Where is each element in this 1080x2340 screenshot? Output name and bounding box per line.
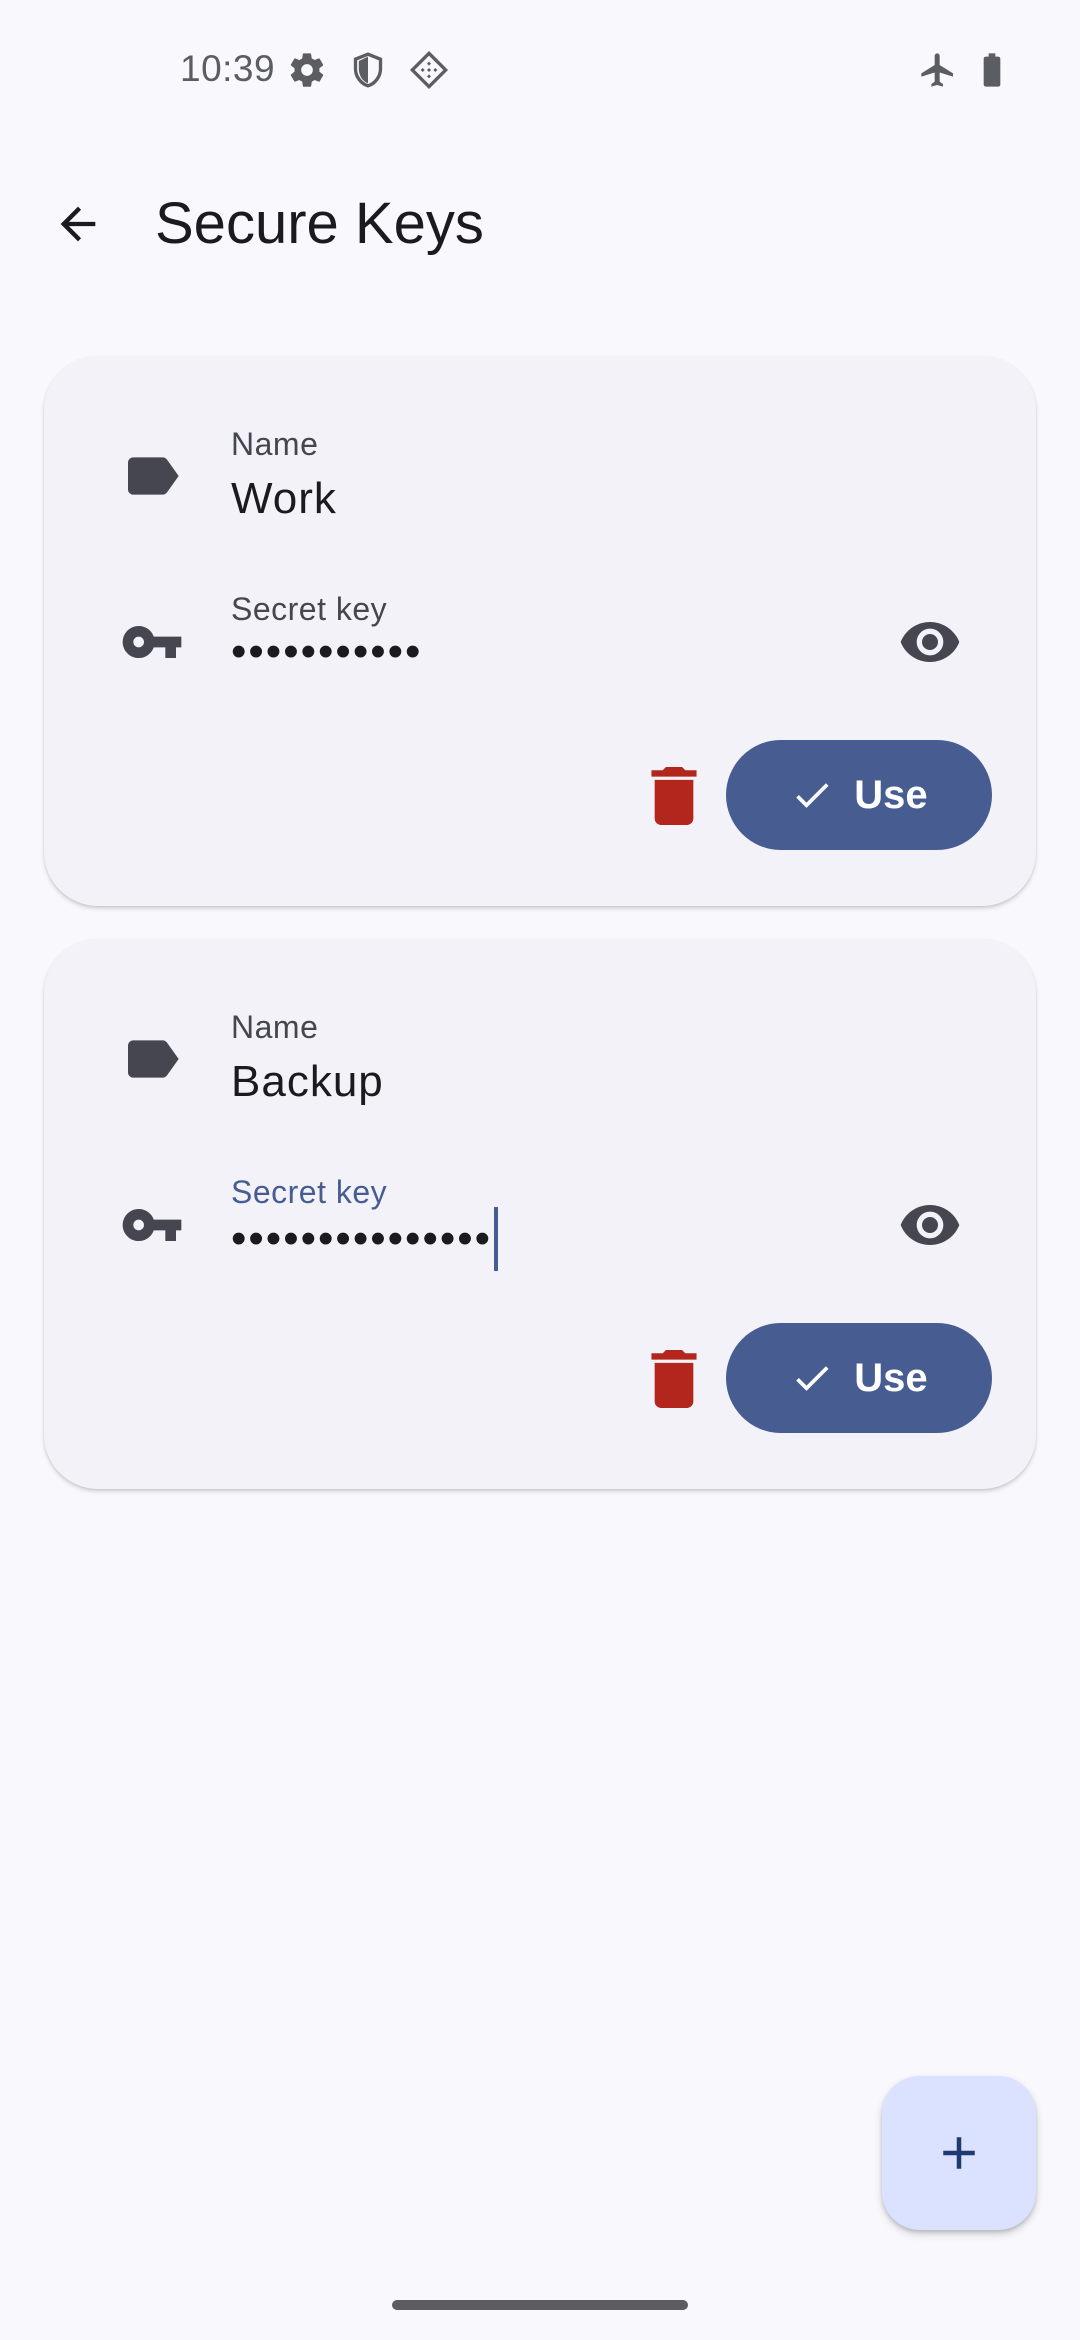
add-icon <box>943 2137 975 2169</box>
toggle-visibility-button[interactable] <box>884 1179 976 1271</box>
name-field[interactable]: Work <box>231 474 337 524</box>
trash-icon <box>651 767 697 825</box>
key-card: Name Work Secret key ••••••••••• Use <box>44 356 1036 906</box>
eye-icon <box>900 622 960 662</box>
use-button[interactable]: Use <box>726 740 992 850</box>
trash-icon <box>651 1350 697 1408</box>
use-button-label: Use <box>854 1355 928 1400</box>
secret-key-field-label: Secret key <box>231 1174 388 1210</box>
top-app-bar: Secure Keys <box>0 160 1080 290</box>
name-field[interactable]: Backup <box>231 1057 384 1107</box>
use-button-label: Use <box>854 772 928 817</box>
airplane-mode-icon <box>918 50 958 90</box>
label-tag-icon <box>120 444 184 508</box>
secure-keys-screen: 10:39 Secure Keys Name Work Secret key •… <box>0 0 1080 2340</box>
use-button[interactable]: Use <box>726 1323 992 1433</box>
add-key-fab[interactable] <box>882 2076 1036 2230</box>
name-field-label: Name <box>231 1009 319 1045</box>
delete-button[interactable] <box>624 746 724 846</box>
secret-key-masked-value: ••••••••••••••• <box>231 1214 493 1263</box>
page-title: Secure Keys <box>155 191 484 256</box>
toggle-visibility-button[interactable] <box>884 596 976 688</box>
vpn-diamond-icon <box>409 50 449 90</box>
key-icon <box>120 610 184 674</box>
secret-key-field[interactable]: ••••••••••••••• <box>231 1207 499 1271</box>
check-icon <box>796 1366 829 1391</box>
secret-key-field-label: Secret key <box>231 591 388 627</box>
arrow-back-icon <box>60 206 96 242</box>
secret-key-masked-value: ••••••••••• <box>231 627 423 676</box>
secret-key-field[interactable]: ••••••••••• <box>231 624 422 680</box>
eye-icon <box>900 1205 960 1245</box>
status-bar: 10:39 <box>0 0 1080 140</box>
name-field-label: Name <box>231 426 319 462</box>
shield-icon <box>348 50 388 90</box>
gesture-nav-handle[interactable] <box>392 2300 688 2310</box>
text-cursor <box>494 1207 499 1271</box>
check-icon <box>796 783 829 808</box>
status-time: 10:39 <box>180 48 276 89</box>
settings-icon <box>287 50 327 90</box>
key-icon <box>120 1193 184 1257</box>
back-button[interactable] <box>36 182 120 266</box>
battery-icon <box>972 50 1012 90</box>
delete-button[interactable] <box>624 1329 724 1429</box>
label-tag-icon <box>120 1027 184 1091</box>
key-card: Name Backup Secret key ••••••••••••••• U… <box>44 939 1036 1489</box>
